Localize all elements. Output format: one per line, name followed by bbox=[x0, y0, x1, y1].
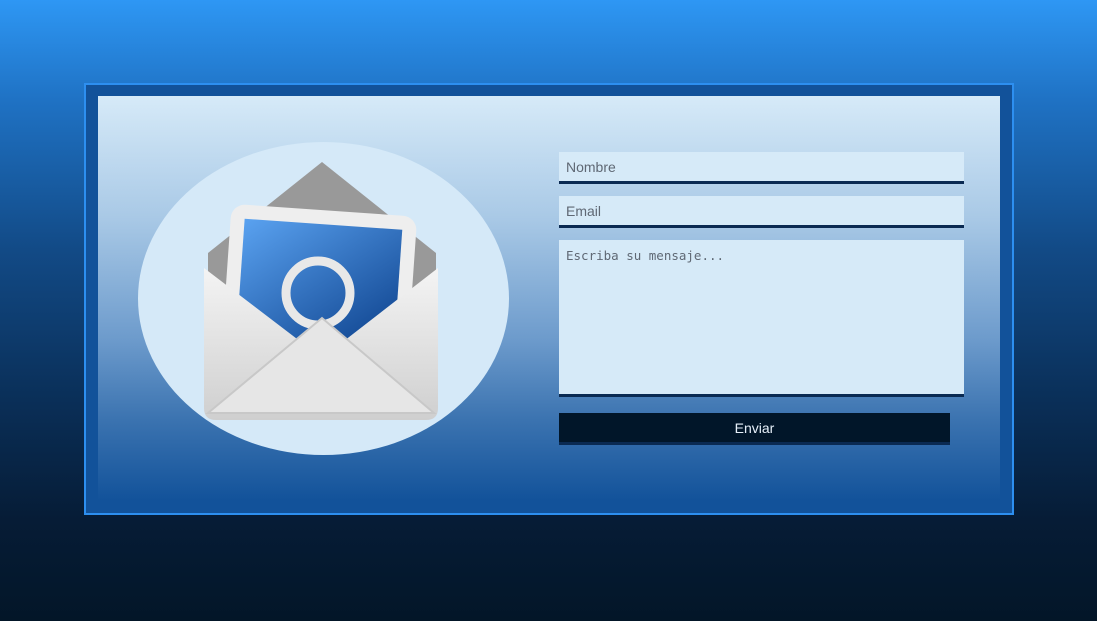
email-input[interactable] bbox=[559, 196, 964, 225]
illustration-oval bbox=[138, 142, 509, 455]
name-input[interactable] bbox=[559, 152, 964, 181]
open-envelope-email-icon bbox=[204, 162, 438, 420]
contact-card: Nombre Email Escriba su mensaje... Envia… bbox=[84, 83, 1014, 515]
contact-panel: Nombre Email Escriba su mensaje... Envia… bbox=[98, 96, 1000, 501]
message-textarea[interactable] bbox=[559, 240, 964, 394]
submit-button[interactable]: Enviar bbox=[559, 413, 950, 445]
email-field: Email bbox=[559, 196, 964, 228]
message-field: Escriba su mensaje... bbox=[559, 240, 964, 397]
name-field: Nombre bbox=[559, 152, 964, 184]
